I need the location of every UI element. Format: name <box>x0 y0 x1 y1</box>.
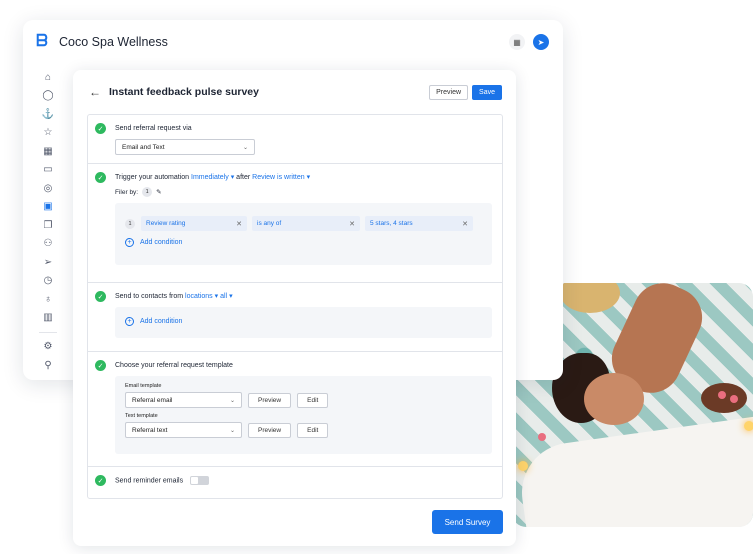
check-icon: ✓ <box>95 291 106 302</box>
step-template: ✓ Choose your referral request template … <box>88 352 502 467</box>
chevron-down-icon: ⌄ <box>242 144 248 151</box>
email-template-row: Referral email ⌄ Preview Edit <box>125 392 482 408</box>
add-condition-button[interactable]: + Add condition <box>125 238 482 247</box>
copy-icon[interactable]: ❐ <box>39 216 57 234</box>
sidebar-divider <box>39 331 57 333</box>
target-icon[interactable]: ◎ <box>39 179 57 197</box>
step-title: Send to contacts from locations ▾ all ▾ <box>115 292 492 301</box>
condition-field-chip[interactable]: Review rating ✕ <box>141 216 247 231</box>
contacts-label: Send to contacts from <box>115 293 184 300</box>
filter-count-badge: 1 <box>142 187 153 197</box>
save-button[interactable]: Save <box>472 84 502 100</box>
condition-number: 1 <box>125 218 135 229</box>
top-bar: ᗷ Coco Spa Wellness ▦ ➤ <box>23 20 563 64</box>
channel-select[interactable]: Email and Text ⌄ <box>115 139 255 155</box>
text-preview-button[interactable]: Preview <box>248 422 292 438</box>
star-icon[interactable]: ☆ <box>39 124 57 142</box>
close-icon[interactable]: ✕ <box>462 220 468 228</box>
trigger-label: Trigger your automation <box>115 174 190 181</box>
step-title: Trigger your automation Immediately ▾ af… <box>115 173 492 182</box>
apps-grid-icon[interactable]: ▦ <box>509 34 525 50</box>
plus-icon: + <box>125 317 134 326</box>
step-title: Send referral request via <box>115 125 192 132</box>
back-arrow-icon[interactable]: ← <box>89 85 101 99</box>
text-template-label: Text template <box>125 413 158 419</box>
text-edit-button[interactable]: Edit <box>297 422 329 438</box>
after-label: after <box>236 174 251 181</box>
anchor-icon[interactable]: ⚓ <box>39 105 57 123</box>
text-template-select[interactable]: Referral text ⌄ <box>125 422 242 438</box>
brand-logo-icon[interactable]: ᗷ <box>33 33 51 51</box>
survey-header: ← Instant feedback pulse survey Preview … <box>73 70 516 114</box>
bulb-icon[interactable]: ♁ <box>39 290 57 308</box>
channel-select-value: Email and Text <box>122 143 165 151</box>
check-icon: ✓ <box>95 172 106 183</box>
text-template-row: Referral text ⌄ Preview Edit <box>125 422 482 438</box>
email-preview-button[interactable]: Preview <box>248 392 292 408</box>
business-name[interactable]: Coco Spa Wellness <box>59 35 168 49</box>
step-trigger: ✓ Trigger your automation Immediately ▾ … <box>88 164 502 283</box>
check-icon: ✓ <box>95 475 106 486</box>
add-condition-button[interactable]: + Add condition <box>125 317 482 326</box>
pencil-icon[interactable]: ✎ <box>156 188 161 196</box>
user-icon[interactable]: ⚲ <box>39 356 57 374</box>
close-icon[interactable]: ✕ <box>349 220 355 228</box>
step-contacts: ✓ Send to contacts from locations ▾ all … <box>88 283 502 352</box>
step-reminder: ✓ Send reminder emails <box>88 467 502 498</box>
condition-operator-chip[interactable]: is any of ✕ <box>252 216 360 231</box>
condition-panel: 1 Review rating ✕ is any of ✕ 5 stars, 4 s… <box>115 203 492 265</box>
send-icon[interactable]: ➤ <box>533 34 549 50</box>
contacts-panel: + Add condition <box>115 307 492 338</box>
send-survey-button[interactable]: Send Survey <box>432 510 503 534</box>
check-icon: ✓ <box>95 360 106 371</box>
close-icon[interactable]: ✕ <box>236 220 242 228</box>
survey-icon[interactable]: ▣ <box>39 198 57 216</box>
step-send-via: ✓ Send referral request via Email and Te… <box>88 115 502 164</box>
template-panel: Email template Referral email ⌄ Preview E… <box>115 376 492 454</box>
source-dropdown[interactable]: locations ▾ <box>185 293 218 300</box>
home-icon[interactable]: ⌂ <box>39 68 57 86</box>
history-icon[interactable]: ◷ <box>39 272 57 290</box>
reminder-toggle[interactable] <box>190 476 210 485</box>
settings-icon[interactable]: ⚙ <box>39 338 57 356</box>
email-template-select[interactable]: Referral email ⌄ <box>125 392 242 408</box>
condition-row: 1 Review rating ✕ is any of ✕ 5 stars, 4 s… <box>125 216 482 231</box>
step-title: Send reminder emails <box>115 476 492 485</box>
page-title: Instant feedback pulse survey <box>109 86 259 98</box>
survey-card: ← Instant feedback pulse survey Preview … <box>73 70 516 546</box>
email-template-label: Email template <box>125 383 162 389</box>
condition-value-chip[interactable]: 5 stars, 4 stars ✕ <box>365 216 473 231</box>
send-nav-icon[interactable]: ➢ <box>39 253 57 271</box>
calendar-icon[interactable]: ▭ <box>39 161 57 179</box>
timing-dropdown[interactable]: Immediately ▾ <box>191 174 234 181</box>
plus-icon: + <box>125 238 134 247</box>
preview-button[interactable]: Preview <box>429 84 469 100</box>
grid-icon[interactable]: ▦ <box>39 142 57 160</box>
filter-row: Filer by: 1 ✎ <box>115 187 492 197</box>
step-title: Choose your referral request template <box>115 362 233 369</box>
steps-list: ✓ Send referral request via Email and Te… <box>87 114 503 499</box>
chevron-down-icon: ⌄ <box>229 397 235 404</box>
scope-dropdown[interactable]: all ▾ <box>220 293 232 300</box>
sidebar: ⌂ ◯ ⚓ ☆ ▦ ▭ ◎ ▣ ❐ ⚇ ➢ ◷ ♁ ▥ ⚙ ⚲ <box>39 68 57 375</box>
filter-label: Filer by: <box>115 188 139 196</box>
chat-icon[interactable]: ◯ <box>39 87 57 105</box>
people-icon[interactable]: ⚇ <box>39 235 57 253</box>
chevron-down-icon: ⌄ <box>229 427 235 434</box>
event-dropdown[interactable]: Review is written ▾ <box>252 174 310 181</box>
check-icon: ✓ <box>95 123 106 134</box>
chart-icon[interactable]: ▥ <box>39 309 57 327</box>
email-edit-button[interactable]: Edit <box>297 392 329 408</box>
